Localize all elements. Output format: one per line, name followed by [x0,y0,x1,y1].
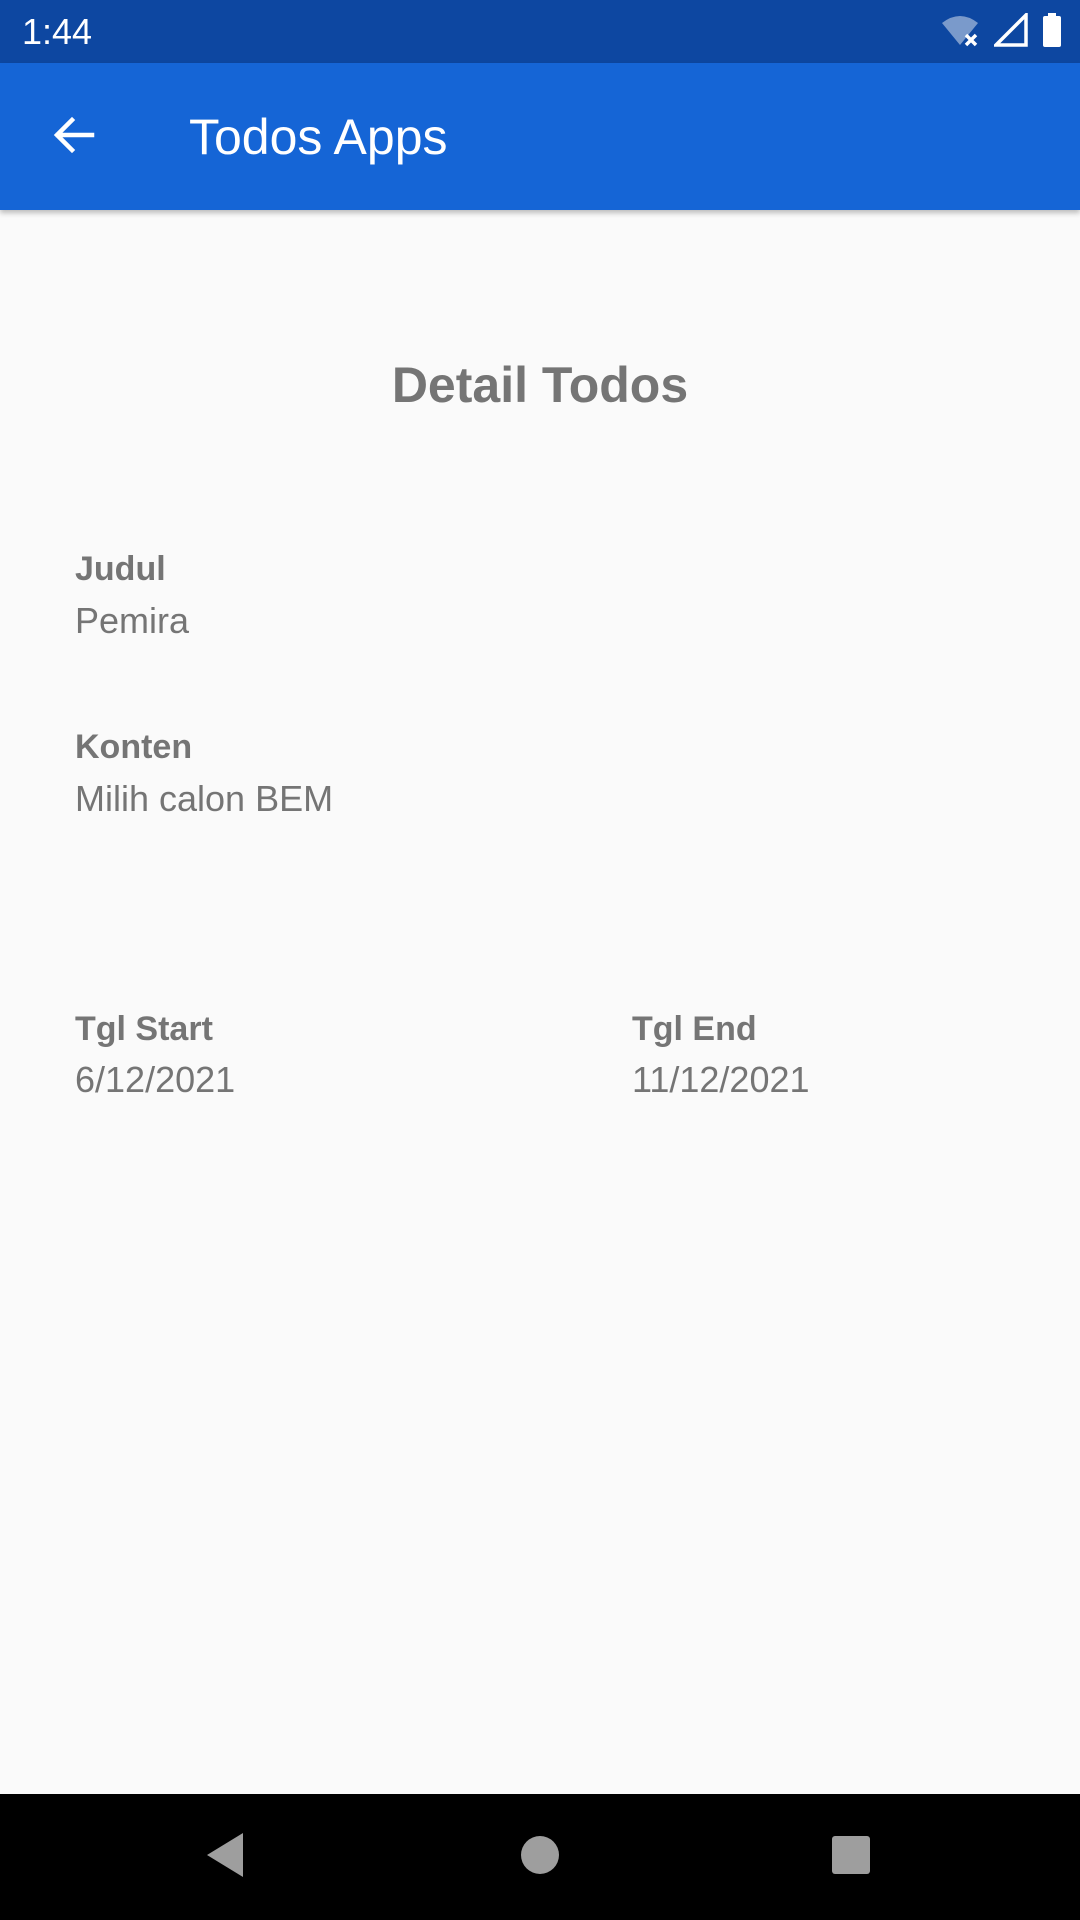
back-button[interactable] [30,103,118,171]
signal-icon [991,10,1028,52]
judul-label: Judul [75,550,166,588]
battery-icon [1042,12,1062,52]
konten-label: Konten [75,728,193,766]
nav-back-button[interactable] [192,1824,258,1890]
status-icons [940,10,1062,52]
arrow-back-icon [50,111,98,164]
back-triangle-icon [203,1831,247,1884]
home-circle-icon [520,1835,560,1880]
status-time: 1:44 [22,11,93,52]
recents-square-icon [831,1835,871,1880]
app-title: Todos Apps [189,109,448,165]
wifi-off-icon [940,13,980,52]
konten-value: Milih calon BEM [75,778,334,819]
tgl-end-value: 11/12/2021 [632,1059,810,1100]
navigation-bar [0,1794,1080,1920]
app-bar: Todos Apps [0,63,1080,210]
tgl-start-label: Tgl Start [75,1010,213,1048]
nav-home-button[interactable] [507,1824,573,1890]
nav-recents-button[interactable] [818,1824,884,1890]
judul-value: Pemira [75,600,190,641]
status-bar: 1:44 [0,0,1080,63]
page-heading: Detail Todos [391,357,689,413]
screen: 1:44 Todos Apps Detail Todos Judul Pemir… [0,0,1080,1920]
tgl-end-label: Tgl End [632,1010,757,1048]
tgl-start-value: 6/12/2021 [75,1059,236,1100]
